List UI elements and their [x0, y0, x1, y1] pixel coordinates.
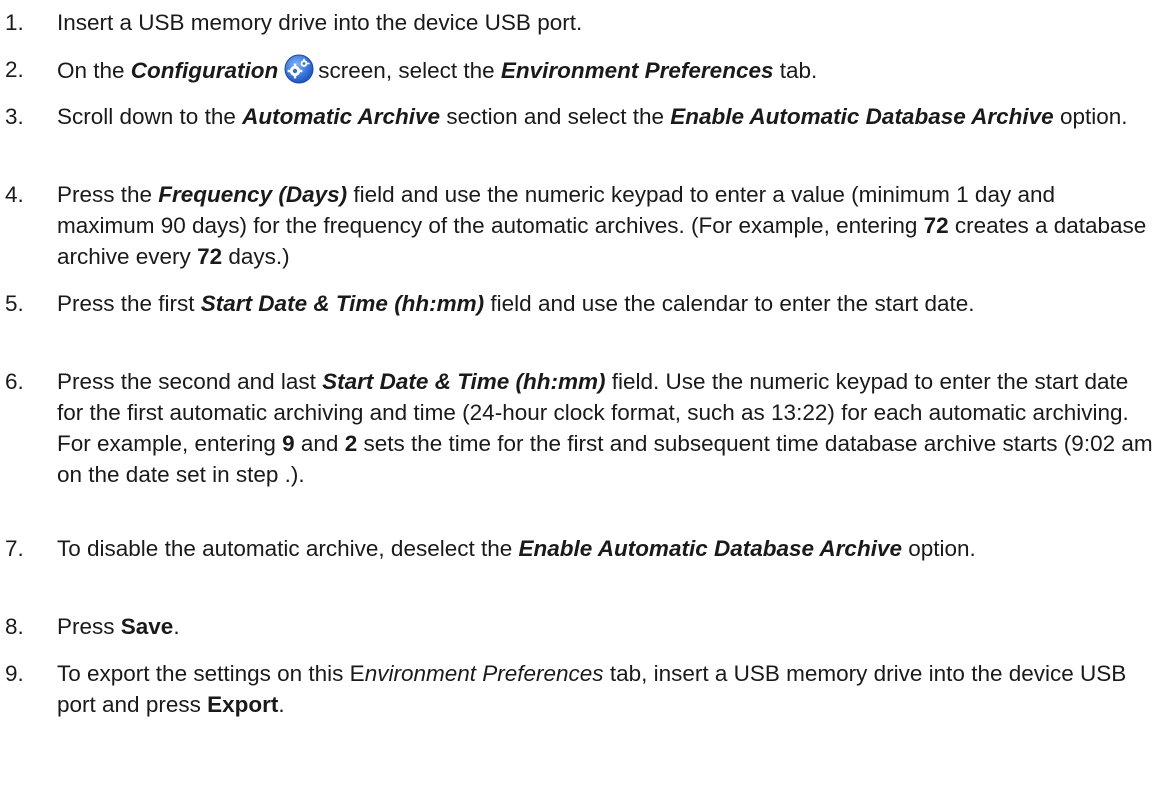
step-text-segment: Press the second and last — [57, 369, 323, 394]
ui-term: Configuration — [130, 58, 279, 83]
emphasized-value: 2 — [344, 431, 358, 456]
step-text: To export the settings on this Environme… — [57, 658, 1155, 720]
step-text-segment: . — [278, 692, 285, 717]
step-text: Press Save. — [57, 611, 1155, 642]
step-text-segment: To export the settings on this E — [57, 661, 365, 686]
step-text: On the Configuration screen, select the E… — [57, 54, 1155, 92]
step-text: Insert a USB memory drive into the devic… — [57, 7, 1155, 38]
step-text-segment: Press — [57, 614, 121, 639]
ui-term: Start Date & Time (hh:mm) — [322, 369, 606, 394]
step-text-segment: Press the — [57, 182, 159, 207]
step-text-segment: On the — [57, 58, 131, 83]
step-number: 5. — [5, 291, 24, 316]
ui-term: Frequency (Days) — [158, 182, 348, 207]
step-number: 6. — [5, 369, 24, 394]
emphasized-value: Save — [120, 614, 174, 639]
step-text-segment: days.) — [222, 244, 290, 269]
step-text-segment: tab. — [773, 58, 818, 83]
step-number: 2. — [5, 57, 24, 82]
step-text-segment: screen, select the — [318, 58, 501, 83]
ui-term: Environment Preferences — [500, 58, 774, 83]
step-number: 7. — [5, 536, 24, 561]
gear-icon — [284, 54, 314, 92]
step-text-segment: and — [294, 431, 345, 456]
step-text: Scroll down to the Automatic Archive sec… — [57, 101, 1155, 132]
step-text: Press the second and last Start Date & T… — [57, 366, 1155, 490]
ui-term: Enable Automatic Database Archive — [518, 536, 902, 561]
step-text-segment: Press the first — [57, 291, 201, 316]
step-text-segment: Insert a USB memory drive into the devic… — [57, 10, 583, 35]
step-text: Press the first Start Date & Time (hh:mm… — [57, 288, 1155, 319]
ui-term: Start Date & Time (hh:mm) — [200, 291, 485, 316]
step-text-segment: field and use the calendar to enter the … — [484, 291, 975, 316]
emphasized-value: 72 — [197, 244, 223, 269]
step-text-segment: . — [173, 614, 180, 639]
step-text: To disable the automatic archive, desele… — [57, 533, 1155, 564]
step-number: 4. — [5, 182, 24, 207]
ui-term: Automatic Archive — [242, 104, 441, 129]
step-text-segment: To disable the automatic archive, desele… — [57, 536, 519, 561]
step-text-segment: option. — [901, 536, 976, 561]
ui-term: Enable Automatic Database Archive — [670, 104, 1054, 129]
step-number: 1. — [5, 10, 24, 35]
step-text: Press the Frequency (Days) field and use… — [57, 179, 1155, 272]
step-number: 3. — [5, 104, 24, 129]
instruction-steps-list: 1. Insert a USB memory drive into the dev… — [0, 0, 1157, 789]
emphasized-value: 72 — [923, 213, 949, 238]
ui-term: nvironment Preferences — [364, 661, 604, 686]
step-text-segment: section and select the — [440, 104, 671, 129]
step-number: 8. — [5, 614, 24, 639]
emphasized-value: 9 — [282, 431, 295, 456]
emphasized-value: Export — [207, 692, 279, 717]
step-text-segment: Scroll down to the — [57, 104, 243, 129]
step-text-segment: option. — [1053, 104, 1128, 129]
step-number: 9. — [5, 661, 24, 686]
